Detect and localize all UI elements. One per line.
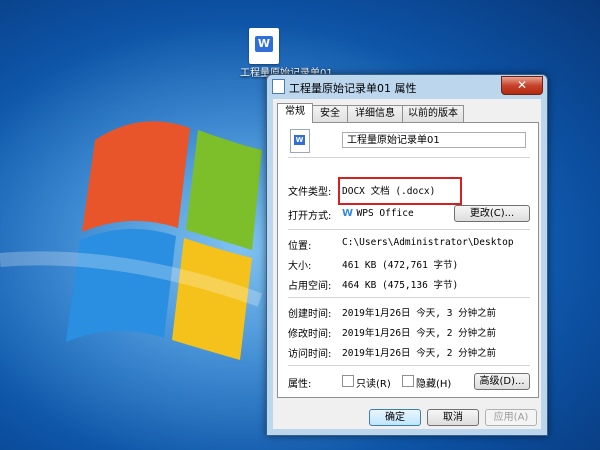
highlight-box xyxy=(338,177,462,205)
size-label: 大小: xyxy=(288,261,312,272)
tab-general[interactable]: 常规 xyxy=(277,103,313,123)
readonly-checkbox[interactable] xyxy=(342,375,354,387)
location-label: 位置: xyxy=(288,241,312,252)
dialog-title: 工程量原始记录单01 属性 xyxy=(289,82,417,95)
file-type-label: 文件类型: xyxy=(288,187,332,198)
open-with-value: WPS Office xyxy=(356,208,414,219)
dialog-titlebar[interactable]: 工程量原始记录单01 属性 ✕ xyxy=(267,75,547,97)
tab-security[interactable]: 安全 xyxy=(312,105,348,122)
close-button[interactable]: ✕ xyxy=(501,76,543,95)
hidden-label[interactable]: 隐藏(H) xyxy=(416,375,451,390)
divider xyxy=(288,365,530,366)
document-icon xyxy=(272,79,285,94)
wps-logo-icon: W WPS Office xyxy=(342,208,414,219)
divider xyxy=(288,297,530,298)
tab-previous-versions[interactable]: 以前的版本 xyxy=(402,105,464,122)
accessed-label: 访问时间: xyxy=(288,349,332,360)
ok-button[interactable]: 确定 xyxy=(369,409,421,426)
attributes-label: 属性: xyxy=(288,379,312,390)
properties-dialog: 工程量原始记录单01 属性 ✕ 常规 安全 详细信息 以前的版本 W 工程量原始… xyxy=(266,74,548,436)
apply-button[interactable]: 应用(A) xyxy=(485,409,537,426)
divider xyxy=(288,229,530,230)
created-label: 创建时间: xyxy=(288,309,332,320)
hidden-checkbox[interactable] xyxy=(402,375,414,387)
modified-label: 修改时间: xyxy=(288,329,332,340)
file-name-input[interactable]: 工程量原始记录单01 xyxy=(342,132,526,148)
wps-doc-icon: W xyxy=(249,28,279,64)
desktop-file-icon[interactable]: W 工程量原始记录单01 xyxy=(240,28,333,80)
location-value: C:\Users\Administrator\Desktop xyxy=(342,237,514,248)
tab-details[interactable]: 详细信息 xyxy=(347,105,403,122)
general-panel: W 工程量原始记录单01 文件类型: DOCX 文档 (.docx) 打开方式:… xyxy=(277,122,539,398)
modified-value: 2019年1月26日 今天, 2 分钟之前 xyxy=(342,328,497,339)
open-with-label: 打开方式: xyxy=(288,211,332,222)
dialog-client: 常规 安全 详细信息 以前的版本 W 工程量原始记录单01 文件类型: DOCX… xyxy=(273,99,541,429)
advanced-button[interactable]: 高级(D)... xyxy=(474,373,530,390)
divider xyxy=(288,157,530,158)
wps-doc-icon: W xyxy=(290,129,310,153)
readonly-label[interactable]: 只读(R) xyxy=(356,375,391,390)
disk-size-label: 占用空间: xyxy=(288,281,332,292)
change-button[interactable]: 更改(C)... xyxy=(454,205,530,222)
cancel-button[interactable]: 取消 xyxy=(427,409,479,426)
created-value: 2019年1月26日 今天, 3 分钟之前 xyxy=(342,308,497,319)
size-value: 461 KB (472,761 字节) xyxy=(342,260,459,271)
disk-size-value: 464 KB (475,136 字节) xyxy=(342,280,459,291)
accessed-value: 2019年1月26日 今天, 2 分钟之前 xyxy=(342,348,497,359)
